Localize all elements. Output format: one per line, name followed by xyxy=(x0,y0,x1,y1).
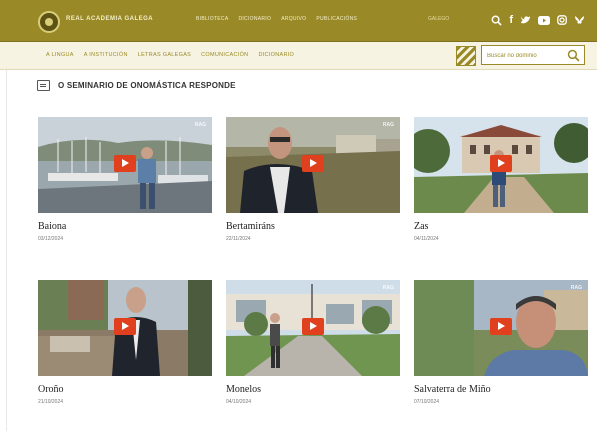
video-thumbnail[interactable]: RAG xyxy=(226,117,400,213)
play-icon[interactable] xyxy=(490,155,512,172)
top-nav-item[interactable]: DICIONARIO xyxy=(238,16,271,22)
video-date: 22/11/2024 xyxy=(226,236,251,242)
play-icon[interactable] xyxy=(114,318,136,335)
video-card[interactable]: RAG Salvaterra de Miño 07/10/2024 xyxy=(414,280,588,416)
bluesky-icon[interactable] xyxy=(574,15,585,25)
youtube-icon[interactable] xyxy=(538,15,550,25)
video-title[interactable]: Oroño xyxy=(38,384,64,395)
page-title: O SEMINARIO DE ONOMÁSTICA RESPONDE xyxy=(58,81,236,90)
top-nav-item[interactable]: BIBLIOTECA xyxy=(196,16,228,22)
video-title[interactable]: Bertamiráns xyxy=(226,221,275,232)
section-nav-item[interactable]: DICIONARIO xyxy=(258,52,294,58)
video-title[interactable]: Zas xyxy=(414,221,428,232)
page-border xyxy=(6,70,7,431)
pattern-icon xyxy=(456,46,476,66)
academy-logo[interactable] xyxy=(38,11,60,33)
top-bar: REAL ACADEMIA GALEGA BIBLIOTECA DICIONAR… xyxy=(0,0,597,42)
search-icon[interactable] xyxy=(491,15,502,26)
video-icon xyxy=(37,80,50,91)
video-date: 04/10/2024 xyxy=(226,399,252,405)
video-thumbnail[interactable] xyxy=(414,117,588,213)
section-nav-item[interactable]: A LINGUA xyxy=(46,52,74,58)
section-nav-item[interactable]: LETRAS GALEGAS xyxy=(138,52,191,58)
play-icon[interactable] xyxy=(490,318,512,335)
top-nav: BIBLIOTECA DICIONARIO ARQUIVO PUBLICACIÓ… xyxy=(196,16,357,22)
video-thumbnail[interactable]: RAG xyxy=(226,280,400,376)
section-nav: A LINGUA A INSTITUCIÓN LETRAS GALEGAS CO… xyxy=(46,52,294,58)
social-links: f xyxy=(491,12,585,28)
play-icon[interactable] xyxy=(302,318,324,335)
video-card[interactable]: RAG Bertamiráns 22/11/2024 xyxy=(226,117,400,253)
language-selector[interactable]: GALEGO xyxy=(428,16,449,22)
channel-watermark: RAG xyxy=(570,285,582,291)
search-input[interactable] xyxy=(487,50,565,61)
twitter-icon[interactable] xyxy=(520,15,531,25)
top-nav-item[interactable]: ARQUIVO xyxy=(281,16,306,22)
play-icon[interactable] xyxy=(114,155,136,172)
video-title[interactable]: Monelos xyxy=(226,384,261,395)
search-icon[interactable] xyxy=(567,49,580,62)
section-nav-item[interactable]: COMUNICACIÓN xyxy=(201,52,248,58)
video-date: 03/12/2024 xyxy=(38,236,64,242)
channel-watermark: RAG xyxy=(382,122,394,128)
section-nav-item[interactable]: A INSTITUCIÓN xyxy=(84,52,128,58)
search-box xyxy=(481,45,585,65)
video-date: 21/10/2024 xyxy=(38,399,64,405)
channel-watermark: RAG xyxy=(382,285,394,291)
video-date: 04/11/2024 xyxy=(414,236,439,242)
video-date: 07/10/2024 xyxy=(414,399,440,405)
facebook-icon[interactable]: f xyxy=(509,12,513,28)
play-icon[interactable] xyxy=(302,155,324,172)
video-card[interactable]: RAG Baiona 03/12/2024 xyxy=(38,117,212,253)
video-title[interactable]: Salvaterra de Miño xyxy=(414,384,491,395)
video-title[interactable]: Baiona xyxy=(38,221,66,232)
instagram-icon[interactable] xyxy=(557,15,567,25)
video-card[interactable]: RAG Monelos 04/10/2024 xyxy=(226,280,400,416)
channel-watermark: RAG xyxy=(194,122,206,128)
video-thumbnail[interactable] xyxy=(38,280,212,376)
video-thumbnail[interactable]: RAG xyxy=(38,117,212,213)
video-thumbnail[interactable]: RAG xyxy=(414,280,588,376)
video-card[interactable]: Zas 04/11/2024 xyxy=(414,117,588,253)
top-nav-item[interactable]: PUBLICACIÓNS xyxy=(316,16,357,22)
video-card[interactable]: Oroño 21/10/2024 xyxy=(38,280,212,416)
brand-name[interactable]: REAL ACADEMIA GALEGA xyxy=(66,16,153,22)
